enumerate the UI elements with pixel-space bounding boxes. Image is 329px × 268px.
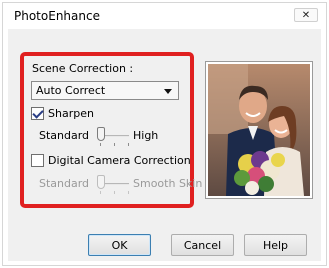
digital-camera-slider-thumb[interactable] — [97, 175, 105, 189]
digital-camera-checkbox[interactable] — [31, 154, 44, 167]
digital-camera-smooth-skin-label: Smooth Skin — [133, 177, 203, 190]
scene-correction-select[interactable]: Auto Correct — [31, 81, 179, 100]
photoenhance-dialog: PhotoEnhance ✕ Scene Correction : Auto C… — [2, 2, 327, 266]
sharpen-slider-thumb[interactable] — [97, 127, 105, 141]
ok-button[interactable]: OK — [88, 234, 151, 256]
sharpen-tick-max — [128, 143, 129, 146]
ok-button-label: OK — [111, 238, 128, 252]
window-title: PhotoEnhance — [14, 9, 100, 23]
cancel-button-label: Cancel — [183, 238, 222, 252]
sharpen-checkbox[interactable] — [31, 107, 44, 120]
sharpen-tick-mid — [114, 143, 115, 146]
sharpen-standard-label: Standard — [39, 129, 90, 142]
sharpen-tick-min — [100, 143, 101, 146]
sharpen-label[interactable]: Sharpen — [48, 107, 94, 120]
digital-camera-tick-mid — [114, 191, 115, 194]
preview-image-frame — [205, 61, 313, 199]
digital-camera-standard-label: Standard — [39, 177, 90, 190]
scene-correction-value: Auto Correct — [36, 84, 106, 97]
help-button-label: Help — [262, 238, 289, 252]
digital-camera-tick-min — [100, 191, 101, 194]
preview-photo — [208, 64, 310, 196]
sharpen-high-label: High — [133, 129, 159, 142]
help-button[interactable]: Help — [244, 234, 307, 256]
close-button[interactable]: ✕ — [294, 8, 318, 22]
digital-camera-tick-max — [128, 191, 129, 194]
close-icon: ✕ — [301, 9, 311, 21]
chevron-down-icon — [164, 89, 172, 94]
cancel-button[interactable]: Cancel — [171, 234, 234, 256]
scene-correction-label: Scene Correction : — [32, 62, 134, 75]
dialog-body: Scene Correction : Auto Correct Sharpen … — [8, 29, 321, 261]
digital-camera-label[interactable]: Digital Camera Correction — [48, 154, 191, 167]
title-bar[interactable]: PhotoEnhance ✕ — [3, 3, 326, 29]
